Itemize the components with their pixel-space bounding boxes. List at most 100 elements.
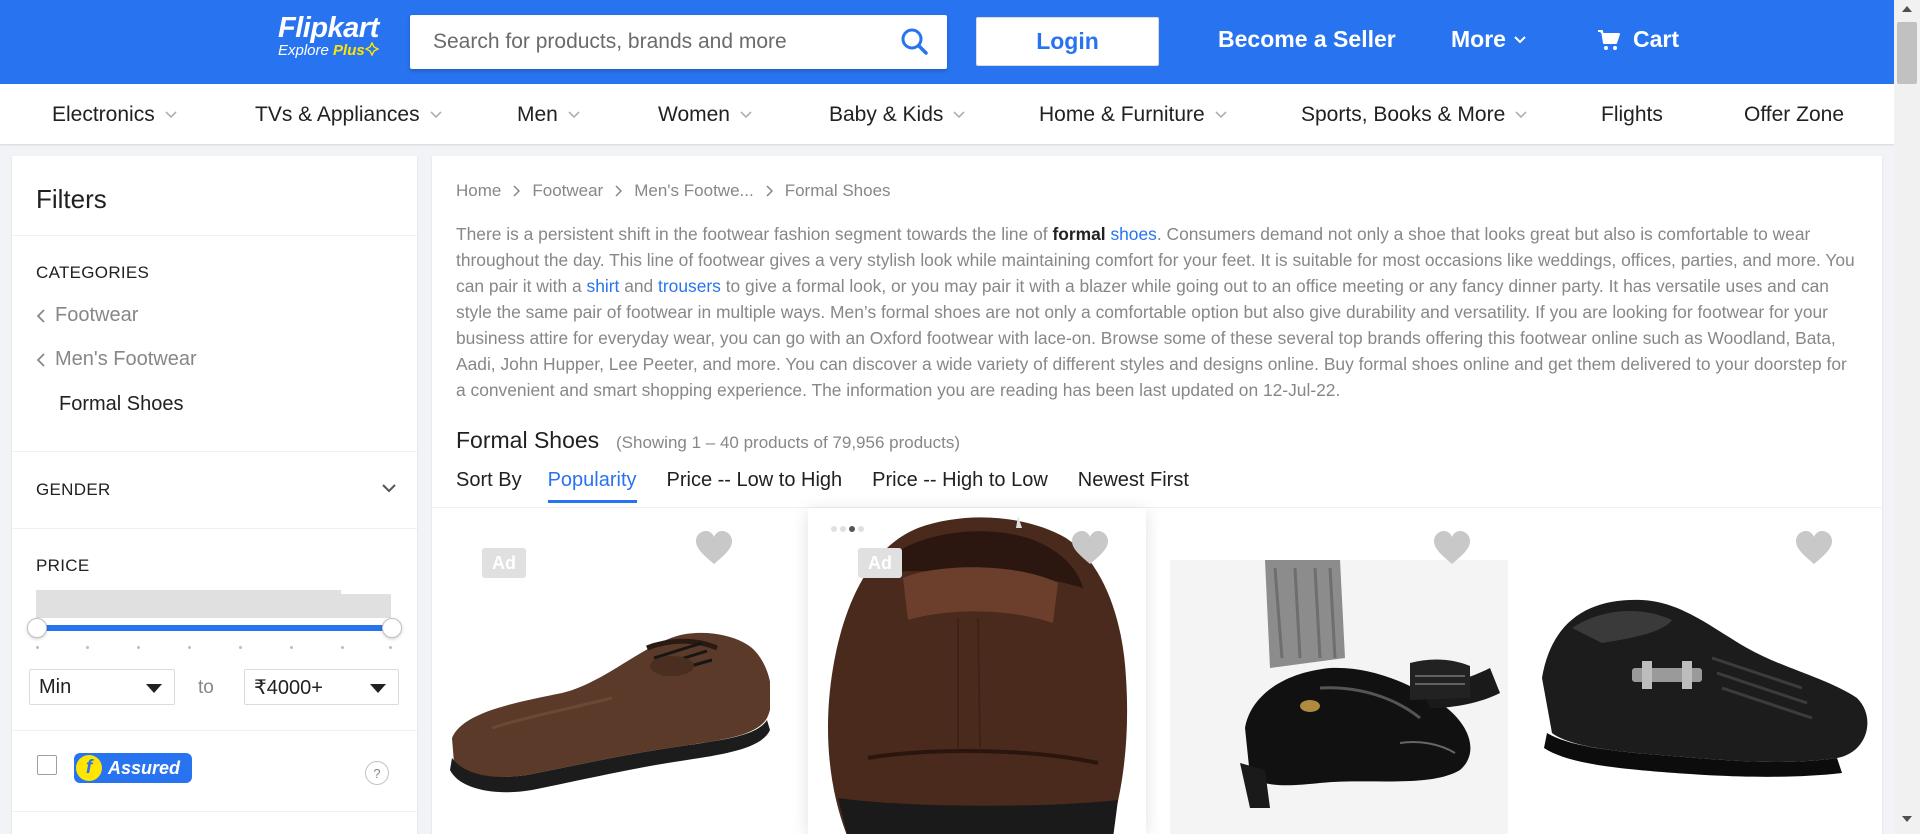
carousel-dot[interactable] [831, 526, 837, 532]
nav-label: Women [658, 103, 730, 126]
nav-electronics[interactable]: Electronics [52, 103, 177, 127]
histogram-notch [341, 590, 391, 594]
product-card[interactable]: Ad [808, 508, 1146, 834]
price-to-label: to [198, 677, 214, 698]
chevron-down-icon [953, 111, 965, 119]
divider [12, 730, 417, 731]
filters-title: Filters [36, 184, 107, 214]
search-box [410, 15, 947, 69]
chevron-left-icon [37, 308, 45, 323]
page-scrollbar[interactable] [1894, 0, 1920, 834]
search-button[interactable] [895, 24, 935, 60]
breadcrumb-mens-footwear[interactable]: Men's Footwe... [634, 181, 753, 201]
plus-star-icon [364, 41, 380, 57]
cart-link[interactable]: Cart [1597, 26, 1679, 53]
product-listing: Home Footwear Men's Footwe... Formal Sho… [432, 156, 1882, 834]
logo-explore: Explore [278, 42, 329, 59]
price-max-select[interactable]: ₹4000+ [244, 669, 399, 705]
cart-icon [1598, 29, 1620, 50]
price-histogram [36, 590, 391, 618]
nav-men[interactable]: Men [517, 103, 580, 127]
assured-help-icon[interactable]: ? [365, 761, 389, 785]
cart-label: Cart [1633, 26, 1680, 52]
desc-link-shoes[interactable]: shoes [1110, 224, 1156, 244]
product-card[interactable] [1170, 508, 1508, 834]
flipkart-logo[interactable]: Flipkart Explore Plus [278, 12, 393, 68]
sort-price-high-low[interactable]: Price -- High to Low [872, 469, 1048, 500]
search-input[interactable] [410, 15, 880, 69]
category-mens-footwear[interactable]: Men's Footwear [37, 348, 197, 371]
assured-badge: f Assured [74, 753, 192, 783]
sort-price-low-high[interactable]: Price -- Low to High [667, 469, 843, 500]
nav-label: Men [517, 103, 558, 126]
sort-bar: Sort By Popularity Price -- Low to High … [456, 469, 1219, 503]
category-footwear[interactable]: Footwear [37, 304, 138, 327]
price-slider-ticks [36, 646, 392, 650]
nav-women[interactable]: Women [658, 103, 752, 127]
divider [12, 451, 417, 452]
nav-label: Sports, Books & More [1301, 103, 1506, 126]
nav-tvs-appliances[interactable]: TVs & Appliances [255, 103, 442, 127]
chevron-right-icon [766, 185, 773, 197]
nav-offer-zone[interactable]: Offer Zone [1744, 103, 1844, 127]
ad-badge: Ad [858, 548, 902, 578]
flipkart-f-icon: f [76, 755, 102, 781]
desc-link-shirt[interactable]: shirt [587, 276, 620, 296]
category-nav: Electronics TVs & Appliances Men Women B… [0, 84, 1920, 144]
category-description: There is a persistent shift in the footw… [456, 221, 1856, 403]
wishlist-heart-icon[interactable] [694, 530, 734, 566]
price-filter-label: PRICE [36, 556, 90, 575]
desc-text: There is a persistent shift in the footw… [456, 224, 1053, 244]
price-slider-max-handle[interactable] [382, 618, 402, 638]
become-seller-link[interactable]: Become a Seller [1218, 26, 1396, 53]
divider [12, 235, 417, 236]
price-slider-track[interactable] [36, 625, 392, 631]
more-menu[interactable]: More [1451, 26, 1526, 53]
dropdown-arrow-icon [370, 684, 386, 693]
chevron-down-icon [740, 111, 752, 119]
nav-sports-books[interactable]: Sports, Books & More [1301, 103, 1527, 127]
price-slider-min-handle[interactable] [27, 618, 47, 638]
nav-label: TVs & Appliances [255, 103, 420, 126]
carousel-dot[interactable] [858, 526, 864, 532]
product-card[interactable] [1532, 508, 1870, 834]
chevron-down-icon[interactable] [381, 483, 397, 493]
top-header: Flipkart Explore Plus Login Become a Sel… [0, 0, 1920, 84]
chevron-down-icon [568, 111, 580, 119]
assured-label: Assured [108, 757, 181, 778]
desc-bold: formal [1052, 224, 1106, 244]
price-min-select[interactable]: Min [29, 669, 175, 705]
carousel-dot[interactable] [849, 526, 855, 532]
breadcrumb-home[interactable]: Home [456, 181, 501, 201]
scroll-down-arrow-icon[interactable] [1902, 816, 1912, 822]
divider [12, 528, 417, 529]
nav-baby-kids[interactable]: Baby & Kids [829, 103, 965, 127]
categories-label: CATEGORIES [36, 263, 150, 282]
nav-home-furniture[interactable]: Home & Furniture [1039, 103, 1227, 127]
product-card[interactable]: Ad [432, 508, 770, 834]
wishlist-heart-icon[interactable] [1794, 530, 1834, 566]
sort-by-label: Sort By [456, 469, 522, 491]
wishlist-heart-icon[interactable] [1070, 530, 1110, 566]
tick [36, 646, 39, 649]
wishlist-heart-icon[interactable] [1432, 530, 1472, 566]
search-icon [901, 28, 928, 55]
tick [137, 646, 140, 649]
filters-sidebar: Filters CATEGORIES Footwear Men's Footwe… [12, 156, 417, 834]
breadcrumb-footwear[interactable]: Footwear [532, 181, 603, 201]
carousel-dot[interactable] [840, 526, 846, 532]
tick [86, 646, 89, 649]
desc-link-trousers[interactable]: trousers [658, 276, 721, 296]
gender-filter-label[interactable]: GENDER [36, 480, 111, 500]
sort-popularity[interactable]: Popularity [547, 469, 637, 503]
assured-checkbox[interactable] [37, 755, 57, 775]
results-count: (Showing 1 – 40 products of 79,956 produ… [616, 433, 960, 452]
scrollbar-thumb[interactable] [1897, 22, 1917, 84]
login-button[interactable]: Login [976, 17, 1159, 66]
logo-subtext: Explore Plus [278, 41, 393, 59]
nav-flights[interactable]: Flights [1601, 103, 1663, 127]
nav-label: Baby & Kids [829, 103, 944, 126]
scroll-up-arrow-icon[interactable] [1902, 6, 1912, 12]
chevron-down-icon [1514, 35, 1526, 43]
sort-newest[interactable]: Newest First [1078, 469, 1189, 500]
